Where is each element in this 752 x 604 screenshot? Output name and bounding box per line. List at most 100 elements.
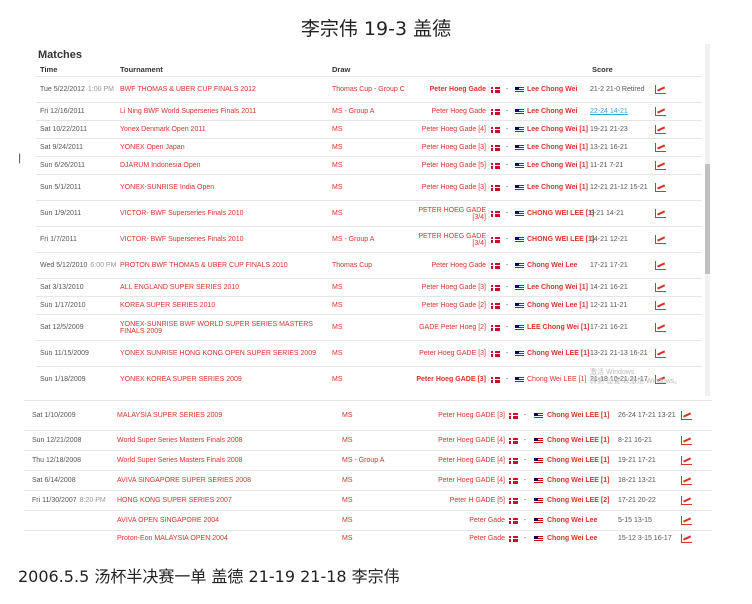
- player2-link[interactable]: CHONG WEI LEE [1]: [527, 227, 599, 252]
- player1-link[interactable]: PETER HOEG GADE [3/4]: [406, 227, 486, 252]
- player2-link[interactable]: Chong Wei LEE [1]: [527, 367, 599, 392]
- h2h-chart-icon[interactable]: [652, 297, 668, 314]
- player1-link[interactable]: PETER HOEG GADE [3/4]: [406, 201, 486, 226]
- tournament-link[interactable]: Proton-Eon MALAYSIA OPEN 2004: [117, 531, 337, 546]
- h2h-chart-icon[interactable]: [652, 139, 668, 156]
- draw-link[interactable]: MS: [342, 531, 432, 546]
- tournament-link[interactable]: HONG KONG SUPER SERIES 2007: [117, 491, 337, 510]
- scrollbar[interactable]: [705, 44, 710, 396]
- h2h-chart-icon[interactable]: [654, 323, 666, 332]
- player2-link[interactable]: Chong Wei LEE [1]: [547, 451, 625, 470]
- draw-link[interactable]: Thomas Cup: [332, 253, 410, 278]
- draw-link[interactable]: MS - Group A: [342, 451, 432, 470]
- h2h-chart-icon[interactable]: [652, 175, 668, 200]
- h2h-chart-icon[interactable]: [654, 161, 666, 170]
- draw-link[interactable]: MS - Group A: [332, 103, 410, 120]
- draw-link[interactable]: MS - Group A: [332, 227, 410, 252]
- h2h-chart-icon[interactable]: [678, 451, 694, 470]
- h2h-chart-icon[interactable]: [654, 301, 666, 310]
- player2-link[interactable]: Chong Wei Lee: [527, 253, 599, 278]
- player1-link[interactable]: Peter Hoeg GADE [3]: [406, 341, 486, 366]
- tournament-link[interactable]: World Super Series Masters Finals 2008: [117, 431, 337, 450]
- h2h-chart-icon[interactable]: [654, 183, 666, 192]
- player2-link[interactable]: Lee Chong Wei: [527, 103, 599, 120]
- player1-link[interactable]: Peter Gade: [424, 531, 505, 546]
- player1-link[interactable]: Peter Hoeg Gade [5]: [406, 157, 486, 174]
- h2h-chart-icon[interactable]: [652, 121, 668, 138]
- player1-link[interactable]: Peter Hoeg Gade: [406, 253, 486, 278]
- h2h-chart-icon[interactable]: [678, 511, 694, 530]
- draw-link[interactable]: MS: [342, 511, 432, 530]
- tournament-link[interactable]: DJARUM Indonesia Open: [120, 157, 330, 174]
- h2h-chart-icon[interactable]: [654, 349, 666, 358]
- player2-link[interactable]: Lee Chong Wei [1]: [527, 139, 599, 156]
- player1-link[interactable]: Peter Hoeg GADE [4]: [424, 471, 505, 490]
- player2-link[interactable]: Chong Wei LEE [2]: [547, 491, 625, 510]
- draw-link[interactable]: MS: [332, 341, 410, 366]
- scrollbar-thumb[interactable]: [705, 164, 710, 274]
- player2-link[interactable]: Chong Wei Lee [1]: [527, 297, 599, 314]
- draw-link[interactable]: MS: [342, 471, 432, 490]
- player1-link[interactable]: Peter H GADE [5]: [424, 491, 505, 510]
- player1-link[interactable]: Peter Hoeg Gade [4]: [406, 121, 486, 138]
- h2h-chart-icon[interactable]: [654, 261, 666, 270]
- tournament-link[interactable]: BWF THOMAS & UBER CUP FINALS 2012: [120, 77, 330, 102]
- h2h-chart-icon[interactable]: [678, 471, 694, 490]
- player2-link[interactable]: LEE Chong Wei [1]: [527, 315, 599, 340]
- tournament-link[interactable]: YONEX Open Japan: [120, 139, 330, 156]
- player1-link[interactable]: Peter Hoeg GADE [4]: [424, 431, 505, 450]
- h2h-chart-icon[interactable]: [680, 436, 692, 445]
- player1-link[interactable]: Peter Hoeg GADE [3]: [424, 401, 505, 430]
- player2-link[interactable]: CHONG WEI LEE [1]: [527, 201, 599, 226]
- h2h-chart-icon[interactable]: [678, 401, 694, 430]
- draw-link[interactable]: Thomas Cup - Group C: [332, 77, 410, 102]
- player2-link[interactable]: Lee Chong Wei [1]: [527, 157, 599, 174]
- h2h-chart-icon[interactable]: [654, 209, 666, 218]
- tournament-link[interactable]: MALAYSIA SUPER SERIES 2009: [117, 401, 337, 430]
- player2-link[interactable]: Chong Wei LEE [1]: [547, 431, 625, 450]
- h2h-chart-icon[interactable]: [680, 516, 692, 525]
- player2-link[interactable]: Lee Chong Wei [1]: [527, 121, 599, 138]
- player1-link[interactable]: Peter Hoeg GADE [3]: [406, 367, 486, 392]
- tournament-link[interactable]: VICTOR- BWF Superseries Finals 2010: [120, 201, 330, 226]
- draw-link[interactable]: MS: [342, 401, 432, 430]
- h2h-chart-icon[interactable]: [680, 476, 692, 485]
- tournament-link[interactable]: YONEX SUNRISE HONG KONG OPEN SUPER SERIE…: [120, 341, 330, 366]
- tournament-link[interactable]: Li Ning BWF World Superseries Finals 201…: [120, 103, 330, 120]
- player2-link[interactable]: Chong Wei LEE [1]: [527, 341, 599, 366]
- h2h-chart-icon[interactable]: [652, 77, 668, 102]
- score-text[interactable]: 22-24 14-21: [590, 103, 652, 120]
- h2h-chart-icon[interactable]: [680, 456, 692, 465]
- tournament-link[interactable]: YONEX-SUNRISE BWF WORLD SUPER SERIES MAS…: [120, 315, 330, 340]
- tournament-link[interactable]: KOREA SUPER SERIES 2010: [120, 297, 330, 314]
- player1-link[interactable]: Peter Hoeg Gade [2]: [406, 297, 486, 314]
- player1-link[interactable]: Peter Gade: [424, 511, 505, 530]
- player1-link[interactable]: Peter Hoeg Gade [3]: [406, 279, 486, 296]
- h2h-chart-icon[interactable]: [680, 534, 692, 543]
- draw-link[interactable]: MS: [332, 367, 410, 392]
- h2h-chart-icon[interactable]: [678, 431, 694, 450]
- draw-link[interactable]: MS: [332, 279, 410, 296]
- tournament-link[interactable]: AVIVA OPEN SINGAPORE 2004: [117, 511, 337, 530]
- player2-link[interactable]: Lee Chong Wei [1]: [527, 175, 599, 200]
- player2-link[interactable]: Chong Wei LEE [1]: [547, 401, 625, 430]
- player1-link[interactable]: Peter Hoeg Gade: [406, 103, 486, 120]
- h2h-chart-icon[interactable]: [652, 315, 668, 340]
- h2h-chart-icon[interactable]: [680, 496, 692, 505]
- tournament-link[interactable]: PROTON BWF THOMAS & UBER CUP FINALS 2010: [120, 253, 330, 278]
- draw-link[interactable]: MS: [332, 297, 410, 314]
- player1-link[interactable]: Peter Hoeg GADE [4]: [424, 451, 505, 470]
- draw-link[interactable]: MS: [332, 175, 410, 200]
- h2h-chart-icon[interactable]: [680, 411, 692, 420]
- player1-link[interactable]: Peter Hoeg Gade [3]: [406, 139, 486, 156]
- h2h-chart-icon[interactable]: [652, 157, 668, 174]
- draw-link[interactable]: MS: [332, 139, 410, 156]
- h2h-chart-icon[interactable]: [652, 279, 668, 296]
- h2h-chart-icon[interactable]: [654, 107, 666, 116]
- h2h-chart-icon[interactable]: [654, 283, 666, 292]
- draw-link[interactable]: MS: [342, 431, 432, 450]
- player2-link[interactable]: Lee Chong Wei [1]: [527, 279, 599, 296]
- h2h-chart-icon[interactable]: [652, 227, 668, 252]
- tournament-link[interactable]: World Super Series Masters Finals 2008: [117, 451, 337, 470]
- h2h-chart-icon[interactable]: [652, 253, 668, 278]
